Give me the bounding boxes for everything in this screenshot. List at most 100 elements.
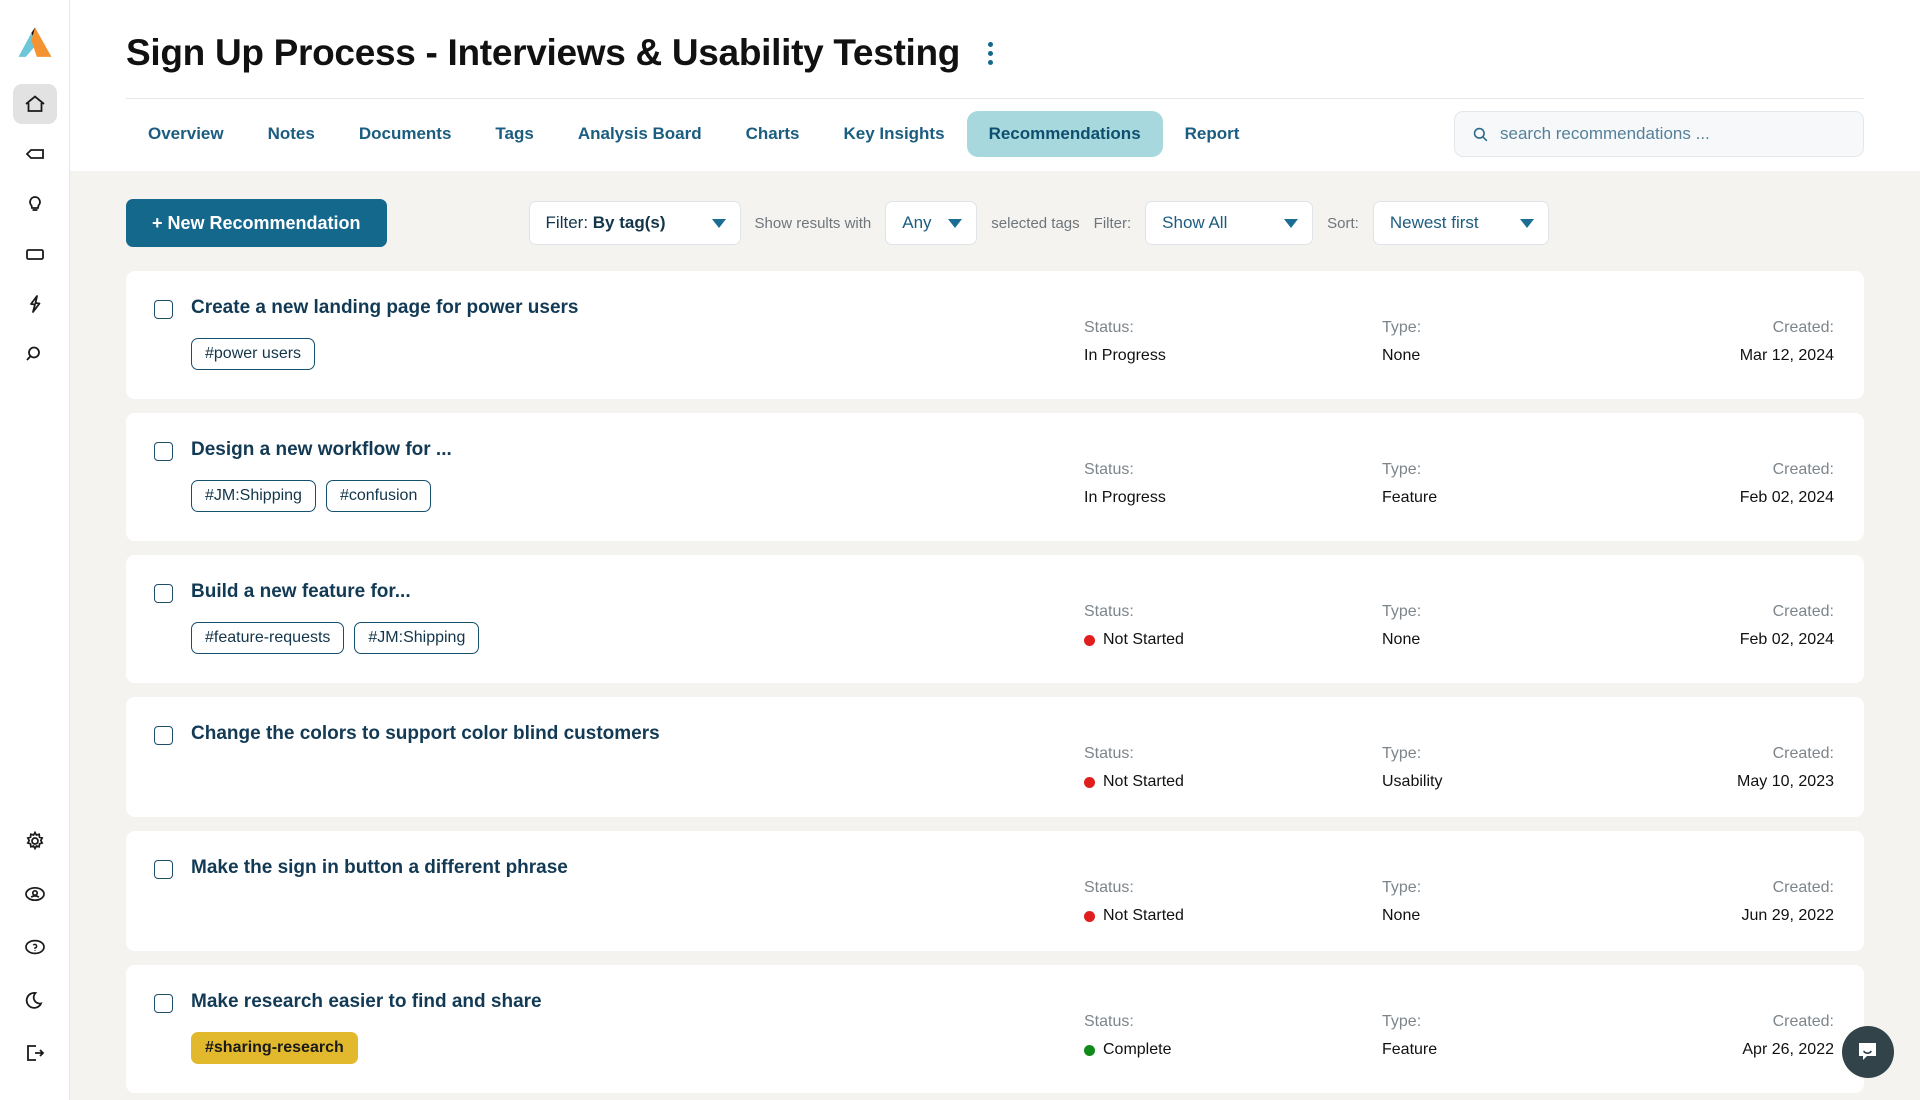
tag-chip[interactable]: #JM:Shipping bbox=[354, 621, 480, 654]
sidebar-item-home[interactable] bbox=[12, 84, 57, 124]
filter-controls: Filter: By tag(s) Show results with Any … bbox=[528, 201, 1549, 245]
status-cell: Status: In Progress bbox=[1084, 319, 1382, 365]
row-checkbox[interactable] bbox=[154, 584, 173, 603]
item-meta: Status: Not Started Type: None Created: bbox=[1084, 581, 1834, 649]
page-options-kebab-icon[interactable] bbox=[978, 36, 1003, 71]
chevron-down-icon bbox=[711, 218, 726, 228]
status-cell: Status: Not Started bbox=[1084, 603, 1382, 649]
chevron-down-icon bbox=[1284, 218, 1299, 228]
type-value: Feature bbox=[1382, 489, 1438, 506]
list-item[interactable]: Make research easier to find and share #… bbox=[126, 965, 1864, 1093]
status-cell: Status: Not Started bbox=[1084, 745, 1382, 791]
page-title: Sign Up Process - Interviews & Usability… bbox=[126, 32, 961, 73]
tab-recommendations[interactable]: Recommendations bbox=[966, 111, 1163, 157]
type-cell: Type: None bbox=[1382, 319, 1664, 365]
status-dot bbox=[1084, 910, 1095, 922]
row-checkbox[interactable] bbox=[154, 994, 173, 1013]
sidebar-item-tags[interactable] bbox=[13, 134, 57, 174]
tag-chip[interactable]: #feature-requests bbox=[191, 621, 345, 654]
tab-bar: Overview Notes Documents Tags Analysis B… bbox=[70, 99, 1920, 171]
tab-documents[interactable]: Documents bbox=[337, 111, 474, 157]
sidebar-item-search[interactable] bbox=[13, 334, 57, 374]
new-recommendation-button[interactable]: + New Recommendation bbox=[126, 199, 387, 247]
tag-chip[interactable]: #sharing-research bbox=[191, 1031, 358, 1064]
status-label: Status: bbox=[1084, 319, 1134, 336]
list-item[interactable]: Build a new feature for... #feature-requ… bbox=[126, 555, 1864, 683]
type-value: Feature bbox=[1382, 1041, 1438, 1058]
item-meta: Status: Complete Type: Feature Created: bbox=[1084, 991, 1834, 1059]
tab-notes[interactable]: Notes bbox=[246, 111, 337, 157]
sidebar-item-quick-actions[interactable] bbox=[13, 284, 57, 324]
chat-bubble-icon bbox=[1859, 1043, 1876, 1060]
created-cell: Created: Apr 26, 2022 bbox=[1664, 1013, 1834, 1059]
recommendation-title[interactable]: Change the colors to support color blind… bbox=[191, 723, 660, 746]
sort-label: Sort: bbox=[1327, 214, 1359, 232]
recommendation-title[interactable]: Design a new workflow for ... bbox=[191, 439, 452, 462]
search-input[interactable]: search recommendations ... bbox=[1454, 111, 1864, 157]
status-filter-select[interactable]: Show All bbox=[1145, 201, 1314, 245]
tab-tags[interactable]: Tags bbox=[473, 111, 555, 157]
created-value: Feb 02, 2024 bbox=[1739, 489, 1834, 506]
tab-overview[interactable]: Overview bbox=[126, 111, 246, 157]
type-value: Usability bbox=[1382, 773, 1443, 790]
row-checkbox[interactable] bbox=[154, 442, 173, 461]
type-label: Type: bbox=[1382, 879, 1422, 896]
status-dot bbox=[1084, 1044, 1095, 1056]
match-mode-select[interactable]: Any bbox=[885, 201, 978, 245]
created-cell: Created: May 10, 2023 bbox=[1664, 745, 1834, 791]
tag-list: #JM:Shipping #confusion bbox=[191, 479, 452, 512]
tag-filter-select[interactable]: Filter: By tag(s) bbox=[528, 201, 741, 245]
tag-chip[interactable]: #power users bbox=[191, 337, 316, 370]
list-item[interactable]: Create a new landing page for power user… bbox=[126, 271, 1864, 399]
tab-report[interactable]: Report bbox=[1163, 111, 1262, 157]
sort-value: Newest first bbox=[1389, 213, 1479, 232]
tag-icon bbox=[25, 149, 44, 159]
moon-icon bbox=[25, 992, 43, 1009]
status-cell: Status: Complete bbox=[1084, 1013, 1382, 1059]
match-mode-value: Any bbox=[902, 213, 932, 232]
type-cell: Type: Feature bbox=[1382, 461, 1664, 507]
type-cell: Type: None bbox=[1382, 879, 1664, 925]
status-value: Not Started bbox=[1084, 907, 1382, 925]
status-cell: Status: Not Started bbox=[1084, 879, 1382, 925]
tab-analysis-board[interactable]: Analysis Board bbox=[556, 111, 724, 157]
status-label: Status: bbox=[1084, 745, 1134, 762]
recommendation-title[interactable]: Create a new landing page for power user… bbox=[191, 297, 579, 320]
intercom-chat-launcher[interactable] bbox=[1842, 1026, 1894, 1078]
row-checkbox[interactable] bbox=[154, 726, 173, 745]
recommendation-title[interactable]: Make research easier to find and share bbox=[191, 991, 542, 1014]
kebab-dot bbox=[988, 50, 994, 56]
sidebar-item-dark-mode[interactable] bbox=[23, 988, 47, 1017]
created-label: Created: bbox=[1772, 603, 1834, 620]
sidebar-item-help[interactable] bbox=[23, 935, 47, 964]
recommendation-title[interactable]: Make the sign in button a different phra… bbox=[191, 857, 568, 880]
sort-select[interactable]: Newest first bbox=[1372, 201, 1549, 245]
row-checkbox[interactable] bbox=[154, 300, 173, 319]
sidebar-item-settings[interactable] bbox=[23, 829, 47, 858]
sidebar-item-account[interactable] bbox=[23, 882, 47, 911]
list-item[interactable]: Make the sign in button a different phra… bbox=[126, 831, 1864, 951]
home-icon bbox=[24, 95, 45, 112]
tag-chip[interactable]: #JM:Shipping bbox=[191, 479, 316, 512]
sidebar-item-logout[interactable] bbox=[23, 1041, 47, 1070]
item-main: Change the colors to support color blind… bbox=[154, 723, 1084, 746]
logout-icon bbox=[26, 1045, 44, 1061]
page-header: Sign Up Process - Interviews & Usability… bbox=[70, 0, 1920, 74]
status-value: Not Started bbox=[1084, 631, 1382, 649]
row-checkbox[interactable] bbox=[154, 860, 173, 879]
aurelius-logo[interactable] bbox=[13, 22, 57, 66]
chevron-down-icon bbox=[1519, 218, 1534, 228]
tab-key-insights[interactable]: Key Insights bbox=[821, 111, 966, 157]
status-cell: Status: In Progress bbox=[1084, 461, 1382, 507]
tag-chip[interactable]: #confusion bbox=[325, 479, 432, 512]
list-item[interactable]: Design a new workflow for ... #JM:Shippi… bbox=[126, 413, 1864, 541]
type-cell: Type: Usability bbox=[1382, 745, 1664, 791]
recommendation-title[interactable]: Build a new feature for... bbox=[191, 581, 479, 604]
tab-charts[interactable]: Charts bbox=[724, 111, 822, 157]
sidebar-item-projects[interactable] bbox=[13, 234, 57, 274]
type-label: Type: bbox=[1382, 319, 1422, 336]
kebab-dot bbox=[988, 59, 994, 65]
list-item[interactable]: Change the colors to support color blind… bbox=[126, 697, 1864, 817]
rail-utility-icons bbox=[23, 829, 47, 1100]
sidebar-item-insights[interactable] bbox=[13, 184, 57, 224]
